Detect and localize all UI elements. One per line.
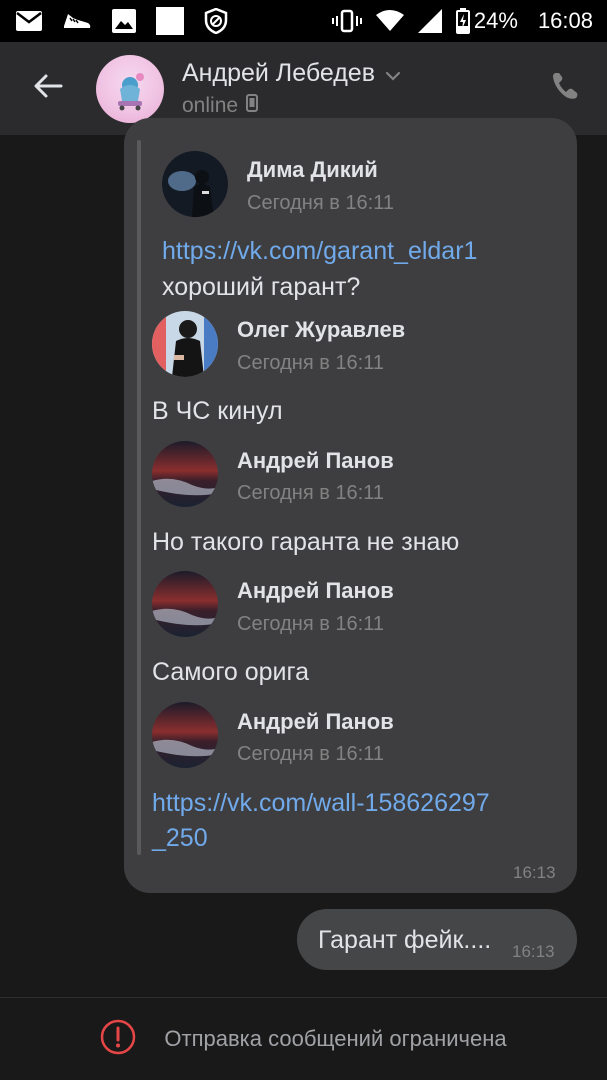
forward-time: Сегодня в 16:11 [237, 613, 384, 635]
battery-level: 24% [473, 8, 518, 33]
blank-square-icon [156, 7, 184, 35]
wifi-icon [375, 10, 404, 32]
battery-charging-icon [455, 8, 470, 34]
arrow-left-icon [33, 73, 63, 104]
signal-icon [417, 9, 442, 33]
message-text: Гарант фейк.... [318, 926, 492, 954]
avatar[interactable] [162, 151, 228, 217]
forward-link[interactable]: https://vk.com/wall-158626297 [152, 786, 490, 820]
forward-time: Сегодня в 16:11 [237, 743, 384, 765]
blocked-shield-icon [204, 8, 228, 34]
status-bar: 24% 16:08 [0, 0, 607, 42]
phone-icon [550, 71, 580, 106]
message-time: 16:13 [513, 863, 556, 882]
forward-text: В ЧС кинул [152, 397, 283, 425]
mail-icon [16, 11, 42, 31]
forward-author[interactable]: Андрей Панов [237, 709, 394, 735]
forward-text: хороший гарант? [162, 273, 361, 301]
forward-author[interactable]: Андрей Панов [237, 448, 394, 474]
avatar[interactable] [152, 702, 218, 768]
forward-author[interactable]: Андрей Панов [237, 578, 394, 604]
call-button[interactable] [549, 73, 581, 105]
contact-name[interactable]: Андрей Лебедев [182, 59, 375, 88]
avatar[interactable] [152, 311, 218, 377]
image-icon [112, 9, 136, 33]
shoe-icon [62, 10, 92, 32]
forward-text: Самого орига [152, 658, 309, 686]
forward-time: Сегодня в 16:11 [237, 482, 384, 504]
mobile-phone-icon [246, 94, 259, 118]
alert-circle-icon [100, 1019, 136, 1060]
forward-author[interactable]: Дима Дикий [247, 157, 378, 183]
vibrate-icon [331, 9, 362, 33]
forward-time: Сегодня в 16:11 [247, 192, 394, 214]
chevron-down-icon[interactable] [385, 59, 401, 88]
forward-link[interactable]: https://vk.com/garant_eldar1 [162, 234, 477, 268]
messaging-restricted-bar: Отправка сообщений ограничена [0, 997, 607, 1080]
forward-time: Сегодня в 16:11 [237, 352, 384, 374]
forward-link[interactable]: _250 [152, 821, 208, 855]
back-button[interactable] [0, 42, 96, 135]
forward-quote-bar [137, 140, 141, 855]
restriction-notice: Отправка сообщений ограничена [164, 1026, 507, 1051]
online-status: online [182, 94, 239, 117]
avatar[interactable] [152, 571, 218, 637]
avatar[interactable] [152, 441, 218, 507]
forward-author[interactable]: Олег Журавлев [237, 317, 405, 343]
avatar[interactable] [96, 54, 164, 123]
clock: 16:08 [537, 8, 593, 33]
message-time: 16:13 [512, 942, 555, 961]
forward-text: Но такого гаранта не знаю [152, 528, 460, 556]
